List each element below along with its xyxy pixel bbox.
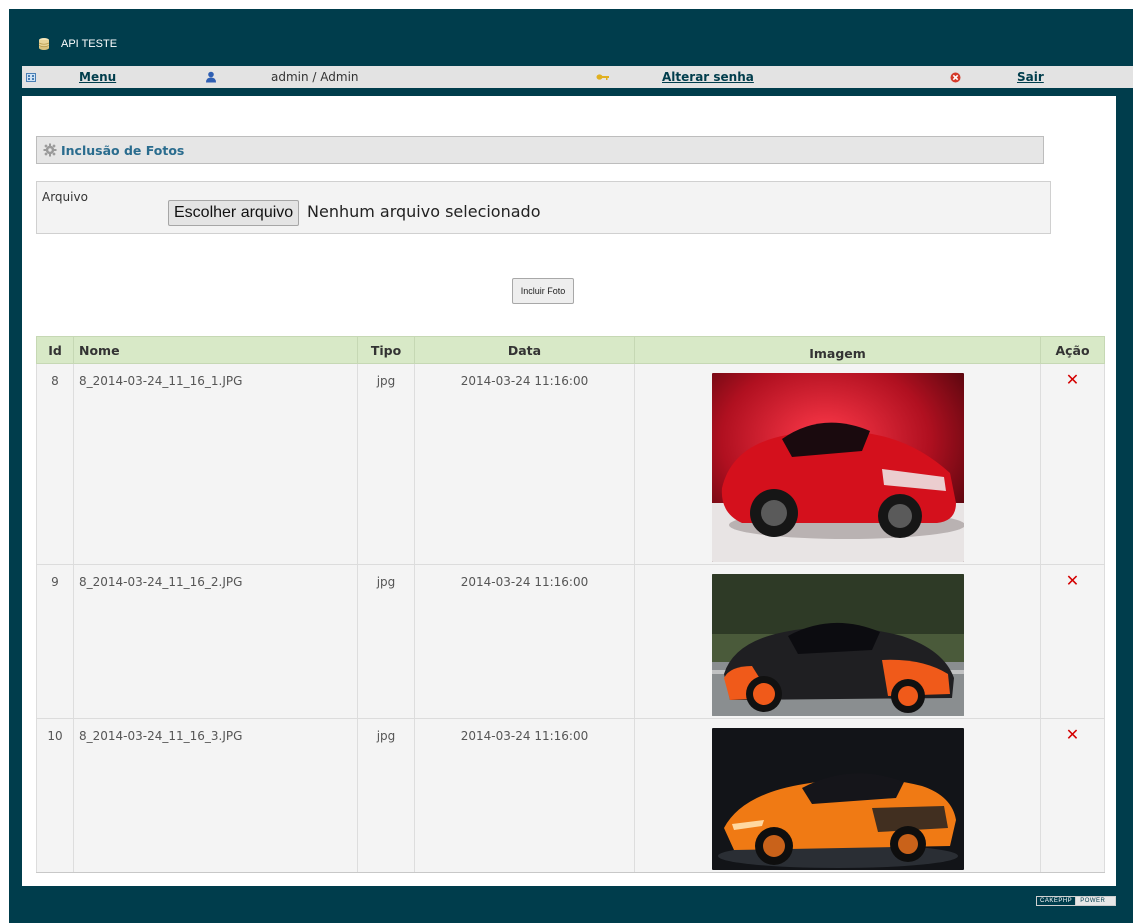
cell-id: 8 [36, 363, 74, 565]
choose-file-button[interactable]: Escolher arquivo [168, 200, 300, 226]
table-row: 8 8_2014-03-24_11_16_1.JPG jpg 2014-03-2… [36, 363, 1105, 565]
cell-nome: 8_2014-03-24_11_16_3.JPG [73, 718, 358, 873]
cell-nome: 8_2014-03-24_11_16_1.JPG [73, 363, 358, 565]
page-title: Inclusão de Fotos [61, 142, 185, 158]
gear-icon [43, 143, 57, 157]
badge-left-text: CAKEPHP [1037, 897, 1077, 905]
menu-bar: Menu admin / Admin Alterar senha Sair [22, 66, 1133, 88]
col-header-id[interactable]: Id [36, 336, 74, 364]
cell-data: 2014-03-24 11:16:00 [414, 363, 635, 565]
delete-icon[interactable]: ✕ [1066, 573, 1079, 589]
menu-grid-icon[interactable] [26, 66, 36, 88]
key-icon [596, 66, 609, 88]
cell-id: 10 [36, 718, 74, 873]
app-header: API TESTE [37, 36, 117, 52]
table-row: 9 8_2014-03-24_11_16_2.JPG jpg 2014-03-2… [36, 564, 1105, 719]
delete-icon[interactable]: ✕ [1066, 727, 1079, 743]
cakephp-power-badge[interactable]: CAKEPHP POWER [1036, 896, 1116, 906]
user-label: admin / Admin [271, 70, 359, 84]
col-header-imagem: Imagem [634, 336, 1041, 364]
cell-data: 2014-03-24 11:16:00 [414, 718, 635, 873]
cell-tipo: jpg [357, 718, 415, 873]
section-header: Inclusão de Fotos [36, 136, 1044, 164]
file-label: Arquivo [42, 190, 88, 204]
menu-link[interactable]: Menu [79, 70, 116, 84]
delete-icon[interactable]: ✕ [1066, 372, 1079, 388]
black-orange-supercar-image [711, 574, 964, 716]
change-password-link[interactable]: Alterar senha [662, 70, 754, 84]
col-header-tipo[interactable]: Tipo [357, 336, 415, 364]
photos-table: Id Nome Tipo Data Imagem Ação 8 8_2014-0… [36, 336, 1105, 873]
table-header-row: Id Nome Tipo Data Imagem Ação [36, 336, 1105, 364]
red-sports-car-image [711, 373, 964, 562]
cell-data: 2014-03-24 11:16:00 [414, 564, 635, 719]
col-header-acao: Ação [1040, 336, 1105, 364]
user-icon [205, 66, 217, 88]
table-row: 10 8_2014-03-24_11_16_3.JPG jpg 2014-03-… [36, 718, 1105, 873]
file-status-text: Nenhum arquivo selecionado [307, 202, 541, 221]
cell-id: 9 [36, 564, 74, 719]
include-photo-button[interactable]: Incluir Foto [512, 278, 574, 304]
col-header-nome[interactable]: Nome [73, 336, 358, 364]
orange-supercar-image [711, 728, 964, 870]
database-logo-icon [38, 38, 50, 50]
upload-form: Arquivo Escolher arquivo Nenhum arquivo … [36, 181, 1051, 234]
logout-link[interactable]: Sair [1017, 70, 1044, 84]
cell-tipo: jpg [357, 363, 415, 565]
app-title: API TESTE [61, 38, 118, 50]
logout-icon [950, 66, 961, 88]
badge-right-text: POWER [1076, 897, 1115, 905]
col-header-data[interactable]: Data [414, 336, 635, 364]
cell-tipo: jpg [357, 564, 415, 719]
cell-nome: 8_2014-03-24_11_16_2.JPG [73, 564, 358, 719]
